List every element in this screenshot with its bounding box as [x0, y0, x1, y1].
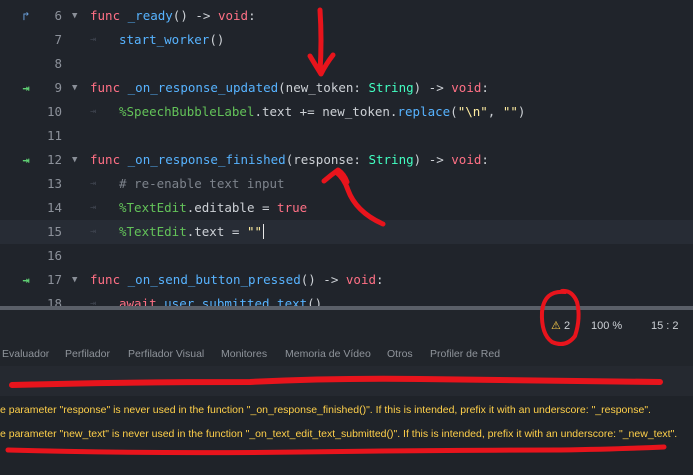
code-line[interactable]: ⇥ 12 ▼ func _on_response_finished(response:… — [0, 148, 693, 172]
code-text: %SpeechBubbleLabel.text += new_token.rep… — [119, 104, 526, 119]
bottom-panel-tabs: Evaluador Perfilador Perfilador Visual M… — [0, 342, 693, 366]
code-line[interactable]: 8 — [0, 52, 693, 76]
output-panel: e parameter "response" is never used in … — [0, 396, 693, 475]
warning-count: 2 — [563, 320, 571, 332]
chevron-down-icon[interactable]: ▼ — [72, 268, 77, 292]
code-line[interactable]: 16 — [0, 244, 693, 268]
tab-profiler-de-red[interactable]: Profiler de Red — [430, 342, 500, 366]
code-text: func _on_send_button_pressed() -> void: — [90, 272, 384, 287]
code-line[interactable]: 14 ⇥ %TextEdit.editable = true — [0, 196, 693, 220]
tab-perfilador[interactable]: Perfilador — [65, 342, 110, 366]
code-text: func _on_response_finished(response: Str… — [90, 152, 489, 167]
code-text: func _on_response_updated(new_token: Str… — [90, 80, 489, 95]
code-editor[interactable]: ↱ 6 ▼ func _ready() -> void: 7 ⇥ start_worker(… — [0, 0, 693, 306]
line-number: 17 — [46, 272, 62, 287]
tab-indent-icon: ⇥ — [90, 202, 97, 213]
tab-indent-icon: ⇥ — [90, 298, 97, 306]
code-line[interactable]: 13 ⇥ # re-enable text input — [0, 172, 693, 196]
line-number: 10 — [46, 104, 62, 119]
warning-indicator[interactable]: ⚠ 2 — [551, 310, 570, 342]
code-line[interactable]: ⇥ 9 ▼ func _on_response_updated(new_token: … — [0, 76, 693, 100]
code-line[interactable]: 10 ⇥ %SpeechBubbleLabel.text += new_token.… — [0, 100, 693, 124]
chevron-down-icon[interactable]: ▼ — [72, 4, 77, 28]
tab-evaluador[interactable]: Evaluador — [2, 342, 49, 366]
code-text: # re-enable text input — [119, 176, 285, 191]
line-number: 9 — [54, 80, 62, 95]
code-text: %TextEdit.editable = true — [119, 200, 308, 215]
editor-status-bar: ⚠ 2 100 % 15 : 2 — [0, 310, 693, 342]
code-line[interactable]: 15 ⇥ %TextEdit.text = "" — [0, 220, 693, 244]
zoom-level[interactable]: 100 % — [591, 310, 622, 342]
line-number: 6 — [54, 8, 62, 23]
code-text: %TextEdit.text = "" — [119, 224, 265, 239]
text-caret — [263, 224, 265, 239]
line-number: 12 — [46, 152, 62, 167]
code-text: func _ready() -> void: — [90, 8, 256, 23]
code-line[interactable]: 18 ⇥ await user_submitted_text() — [0, 292, 693, 306]
line-number: 16 — [46, 248, 62, 263]
code-text: start_worker() — [119, 32, 225, 47]
warning-message: e parameter "new_text" is never used in … — [0, 428, 678, 440]
line-number: 8 — [54, 56, 62, 71]
tab-indent-icon: ⇥ — [90, 34, 97, 45]
tab-indent-icon: ⇥ — [90, 226, 97, 237]
warning-icon: ⚠ — [551, 320, 561, 332]
code-line[interactable]: 7 ⇥ start_worker() — [0, 28, 693, 52]
line-number: 18 — [46, 296, 62, 306]
tab-memoria-de-video[interactable]: Memoria de Vídeo — [285, 342, 371, 366]
warning-message: e parameter "response" is never used in … — [0, 404, 651, 416]
cursor-position: 15 : 2 — [651, 320, 679, 332]
line-number: 7 — [54, 32, 62, 47]
code-line[interactable]: ⇥ 17 ▼ func _on_send_button_pressed() -> vo… — [0, 268, 693, 292]
output-toolbar — [0, 366, 693, 396]
code-line[interactable]: 11 — [0, 124, 693, 148]
chevron-down-icon[interactable]: ▼ — [72, 76, 77, 100]
tab-otros[interactable]: Otros — [387, 342, 413, 366]
tab-perfilador-visual[interactable]: Perfilador Visual — [128, 342, 204, 366]
tab-indent-icon: ⇥ — [90, 178, 97, 189]
line-number: 13 — [46, 176, 62, 191]
code-text: await user_submitted_text() — [119, 296, 323, 306]
tab-monitores[interactable]: Monitores — [221, 342, 267, 366]
line-number: 15 — [46, 224, 62, 239]
tab-indent-icon: ⇥ — [90, 106, 97, 117]
chevron-down-icon[interactable]: ▼ — [72, 148, 77, 172]
line-number: 11 — [46, 128, 62, 143]
line-number: 14 — [46, 200, 62, 215]
code-line[interactable]: ↱ 6 ▼ func _ready() -> void: — [0, 4, 693, 28]
